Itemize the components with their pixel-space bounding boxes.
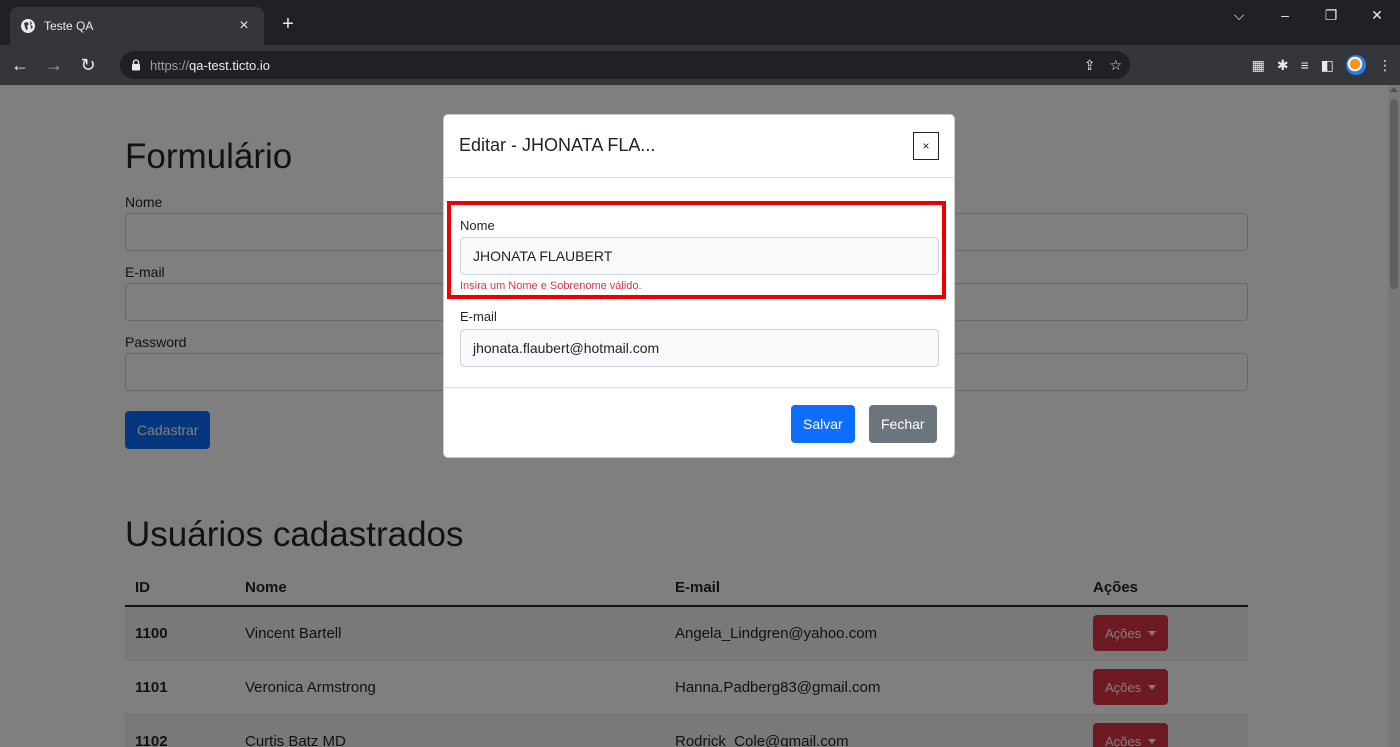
omnibox-actions: ⇪ ☆	[1084, 51, 1130, 79]
nome-error-message: Insira um Nome e Sobrenome válido.	[460, 280, 642, 292]
menu-dots-icon[interactable]: ⋮	[1378, 57, 1392, 74]
url-scheme: https://	[150, 57, 190, 73]
bookmark-star-icon[interactable]: ☆	[1109, 57, 1122, 74]
edit-modal: Editar - JHONATA FLA... × Nome JHONATA F…	[443, 114, 955, 458]
restore-icon[interactable]: ❐	[1308, 0, 1354, 30]
modal-email-label: E-mail	[460, 309, 497, 324]
browser-toolbar: ← → ↻ https://qa-test.ticto.io ⇪ ☆ ▦ ✱ ≡…	[0, 45, 1400, 85]
modal-nome-input[interactable]: JHONATA FLAUBERT	[460, 237, 939, 275]
extension-icon[interactable]: ▦	[1252, 57, 1265, 74]
new-tab-icon[interactable]: +	[276, 12, 300, 36]
tab-search-icon[interactable]: ⌵	[1216, 0, 1262, 30]
forward-icon[interactable]: →	[40, 51, 68, 79]
address-bar[interactable]: https://qa-test.ticto.io ⇪ ☆	[120, 51, 1130, 79]
tab-title: Teste QA	[44, 19, 94, 33]
modal-footer: Salvar Fechar	[444, 387, 954, 457]
lock-icon	[132, 59, 140, 71]
url-host: qa-test.ticto.io	[189, 57, 270, 73]
reading-list-icon[interactable]: ≡	[1301, 57, 1309, 73]
globe-icon	[21, 19, 35, 33]
fechar-button[interactable]: Fechar	[869, 405, 937, 443]
window-controls: ⌵ – ❐ ✕	[1216, 0, 1400, 30]
tab-close-icon[interactable]: ×	[234, 17, 254, 35]
modal-header: Editar - JHONATA FLA... ×	[444, 115, 954, 178]
browser-tabstrip: Teste QA × + ⌵ – ❐ ✕	[0, 0, 1400, 45]
salvar-button[interactable]: Salvar	[791, 405, 855, 443]
modal-nome-value: JHONATA FLAUBERT	[473, 248, 613, 264]
reload-icon[interactable]: ↻	[74, 51, 102, 79]
modal-close-button[interactable]: ×	[913, 132, 939, 160]
side-panel-icon[interactable]: ◧	[1321, 57, 1334, 74]
modal-nome-label: Nome	[460, 218, 495, 233]
browser-tab[interactable]: Teste QA ×	[10, 7, 264, 45]
share-icon[interactable]: ⇪	[1084, 57, 1096, 74]
extensions-area: ▦ ✱ ≡ ◧ ⋮	[1252, 51, 1392, 79]
window-close-icon[interactable]: ✕	[1354, 0, 1400, 30]
back-icon[interactable]: ←	[6, 51, 34, 79]
modal-title: Editar - JHONATA FLA...	[459, 135, 656, 155]
minimize-icon[interactable]: –	[1262, 0, 1308, 30]
modal-email-value: jhonata.flaubert@hotmail.com	[473, 340, 660, 356]
puzzle-icon[interactable]: ✱	[1277, 57, 1289, 74]
page-viewport: Formulário Nome E-mail Password Cadastra…	[0, 85, 1400, 747]
modal-email-input[interactable]: jhonata.flaubert@hotmail.com	[460, 329, 939, 367]
profile-avatar[interactable]	[1346, 55, 1366, 75]
